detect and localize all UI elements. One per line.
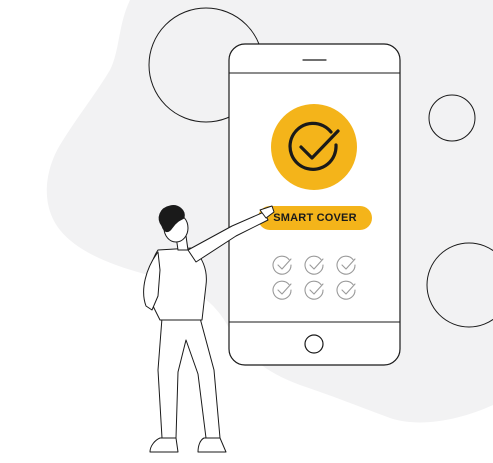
hero-check-badge [271,104,357,190]
person-left-foot [149,437,179,453]
phone-body [228,43,401,366]
smart-cover-illustration [46,0,493,453]
person-legs [157,317,221,439]
illustration-stage: SMART COVER [0,0,493,458]
phone [228,43,401,366]
smart-cover-button-shape [258,206,372,230]
person-right-foot [197,437,227,453]
